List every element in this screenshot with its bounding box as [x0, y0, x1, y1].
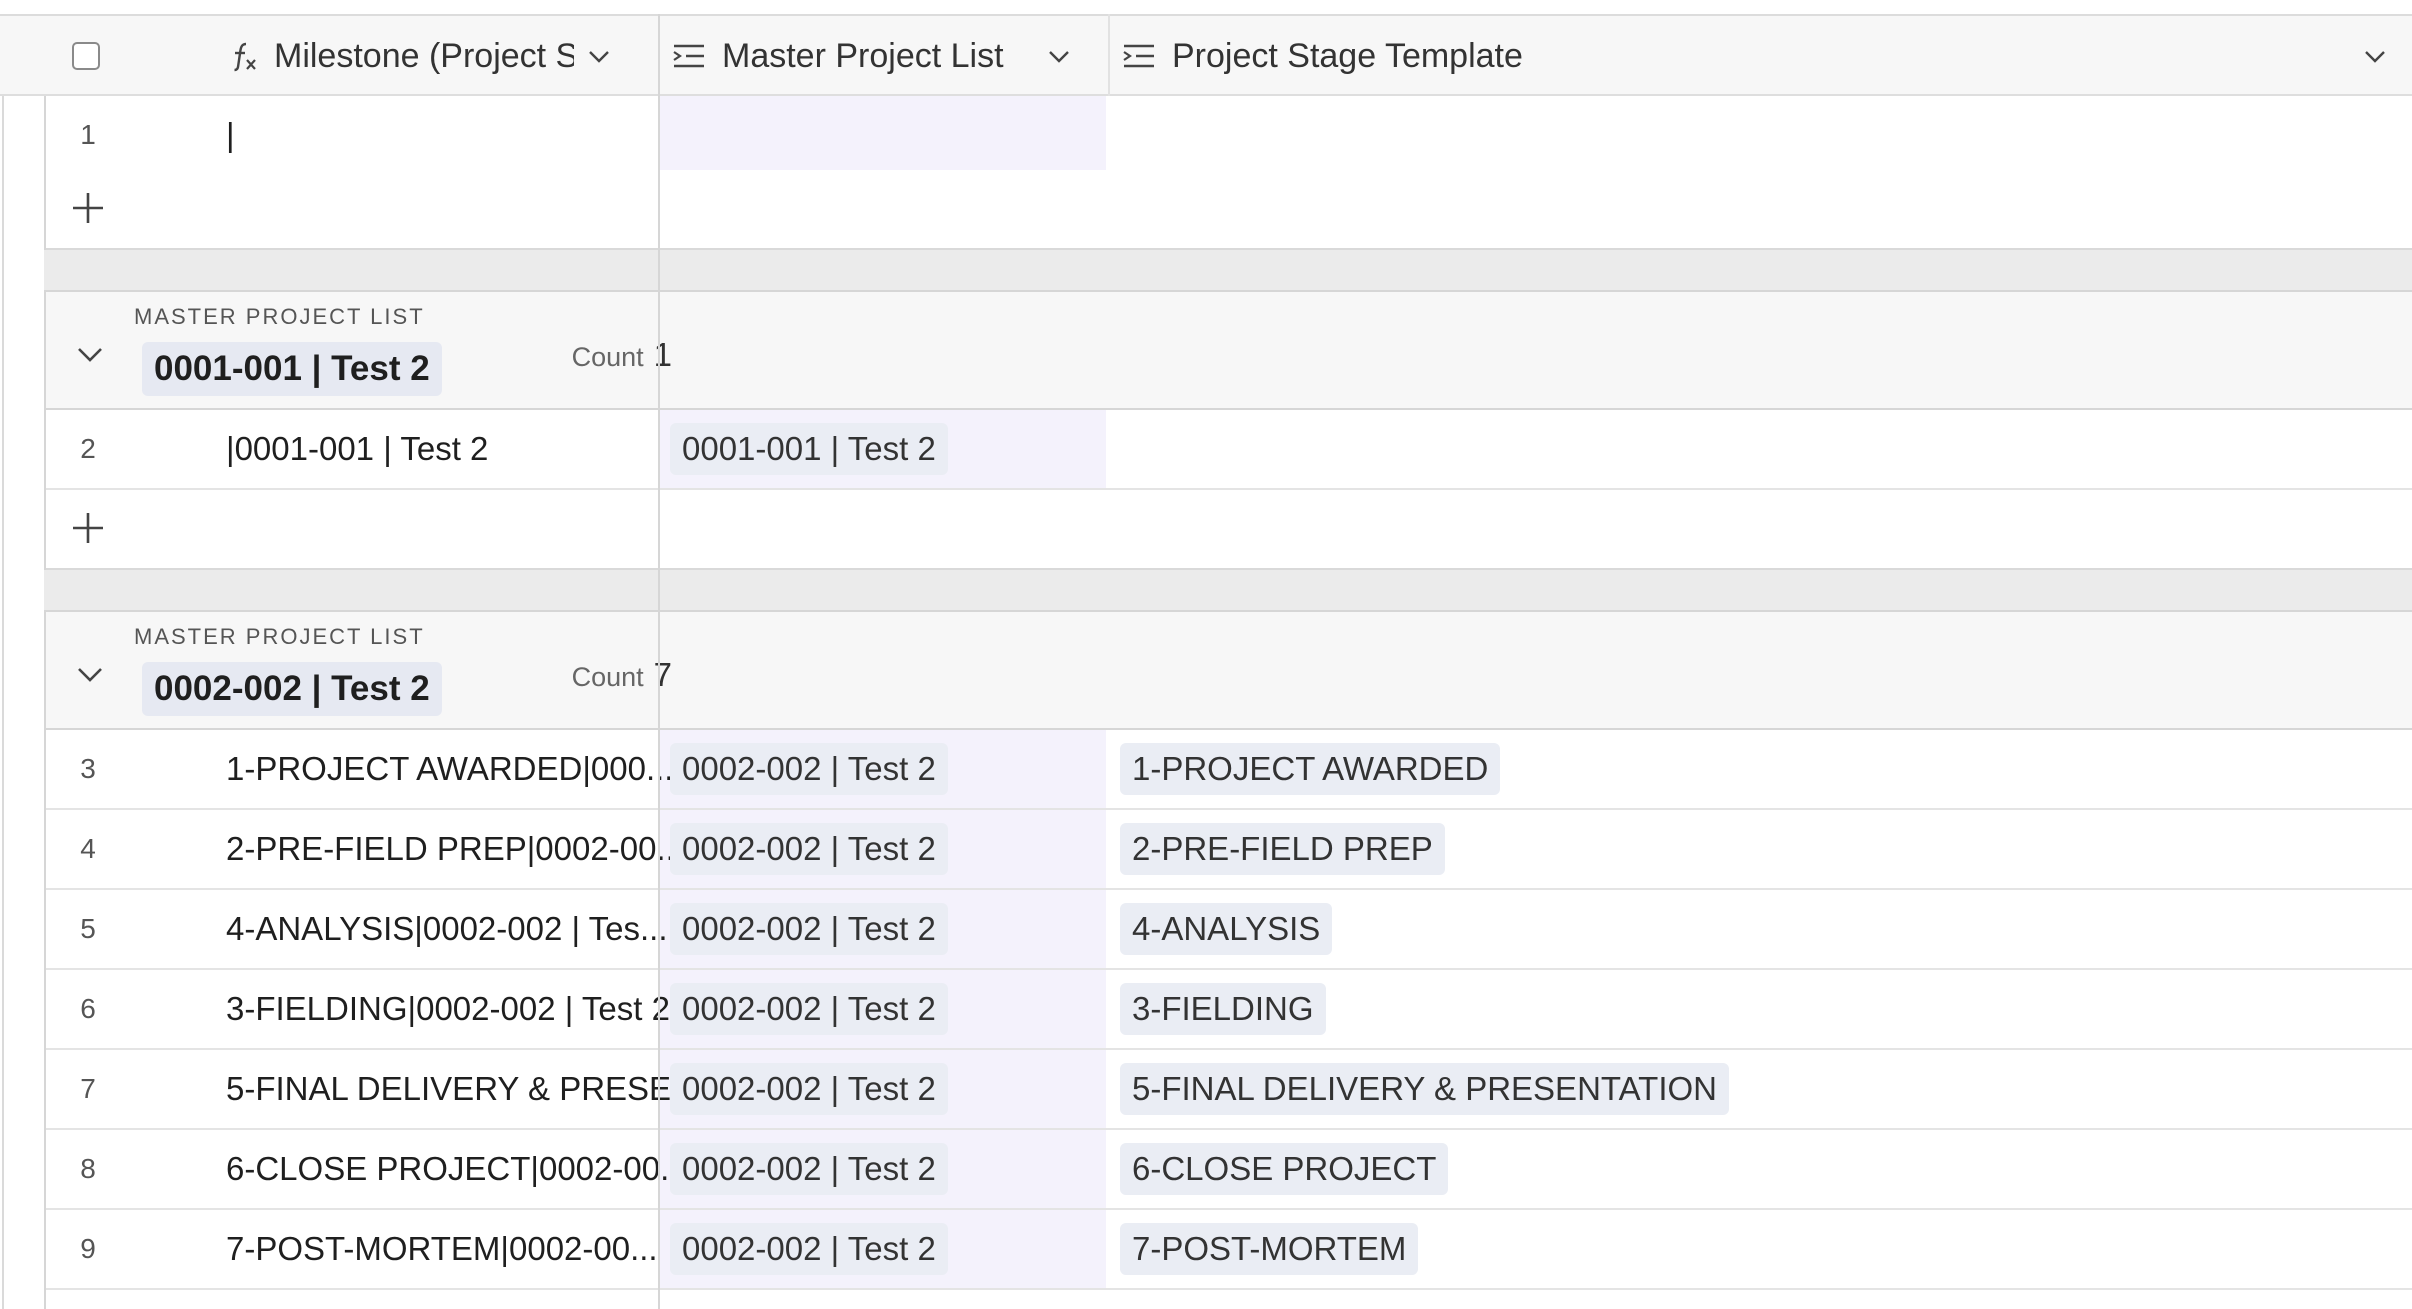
count-label: Count	[571, 662, 644, 692]
column-title-project-stage-template: Project Stage Template	[1172, 36, 1523, 75]
add-row-button[interactable]	[44, 490, 2412, 570]
milestone-cell[interactable]: |0001-001 | Test 2	[226, 410, 686, 488]
plus-icon	[73, 513, 103, 543]
link-field-icon	[1122, 42, 1156, 70]
formula-icon	[226, 39, 260, 73]
group-card-border	[44, 290, 46, 570]
chevron-down-icon[interactable]	[2362, 43, 2388, 69]
select-all-checkbox[interactable]	[72, 42, 100, 70]
column-divider	[658, 14, 660, 96]
chevron-down-icon[interactable]	[74, 338, 106, 375]
group-header[interactable]: MASTER PROJECT LIST 0001-001 | Test 2 Co…	[44, 290, 2412, 410]
stage-template-chip[interactable]: 2-PRE-FIELD PREP	[1120, 823, 1445, 875]
table-row[interactable]: 7 5-FINAL DELIVERY & PRESE... 0002-002 |…	[44, 1050, 2412, 1130]
row-number: 5	[80, 913, 96, 944]
group-spacer	[44, 570, 2412, 610]
group-count: Count 7	[572, 656, 672, 694]
row-number: 6	[80, 993, 96, 1024]
table-row[interactable]: 2 |0001-001 | Test 2 0001-001 | Test 2	[44, 410, 2412, 490]
row-number: 7	[80, 1073, 96, 1104]
column-divider	[658, 96, 660, 1309]
master-project-chip[interactable]: 0002-002 | Test 2	[670, 1223, 948, 1275]
column-header-project-stage-template[interactable]: Project Stage Template	[1122, 16, 2412, 96]
stage-template-chip[interactable]: 6-CLOSE PROJECT	[1120, 1143, 1449, 1195]
milestone-cell[interactable]: 1-PROJECT AWARDED|000...	[226, 730, 686, 808]
table-row[interactable]: 1 |	[44, 96, 2412, 176]
master-project-chip[interactable]: 0002-002 | Test 2	[670, 743, 948, 795]
master-project-cell[interactable]	[658, 96, 1106, 174]
group-field-label: MASTER PROJECT LIST	[134, 624, 425, 649]
count-value: 1	[653, 336, 672, 373]
column-divider	[1108, 14, 1110, 96]
group-spacer	[44, 250, 2412, 290]
plus-icon	[73, 193, 103, 223]
count-value: 7	[653, 656, 672, 693]
milestone-cell[interactable]: 5-FINAL DELIVERY & PRESE...	[226, 1050, 699, 1128]
table-row[interactable]: 8 6-CLOSE PROJECT|0002-00... 0002-002 | …	[44, 1130, 2412, 1210]
chevron-down-icon[interactable]	[1046, 43, 1072, 69]
add-row-button[interactable]	[44, 170, 2412, 250]
group-card-border	[44, 610, 46, 1309]
row-number: 1	[80, 119, 96, 150]
count-label: Count	[571, 342, 644, 372]
column-header-bar: Milestone (Project St... Master Project …	[0, 14, 2412, 96]
milestone-cell[interactable]: 2-PRE-FIELD PREP|0002-00...	[226, 810, 686, 888]
column-title-master-project-list: Master Project List	[722, 36, 1004, 75]
column-header-master-project-list[interactable]: Master Project List	[672, 16, 1108, 96]
table-row[interactable]: 9 7-POST-MORTEM|0002-00... 0002-002 | Te…	[44, 1210, 2412, 1290]
group-value-chip: 0002-002 | Test 2	[142, 662, 442, 716]
table-row[interactable]: 3 1-PROJECT AWARDED|000... 0002-002 | Te…	[44, 730, 2412, 810]
stage-template-chip[interactable]: 7-POST-MORTEM	[1120, 1223, 1419, 1275]
milestone-cell[interactable]: 4-ANALYSIS|0002-002 | Tes...	[226, 890, 686, 968]
master-project-chip[interactable]: 0001-001 | Test 2	[670, 423, 948, 475]
group-card-border	[44, 96, 46, 250]
row-number: 3	[80, 753, 96, 784]
master-project-chip[interactable]: 0002-002 | Test 2	[670, 823, 948, 875]
group-count: Count 1	[572, 336, 672, 374]
milestone-cell[interactable]: 3-FIELDING|0002-002 | Test 2	[226, 970, 686, 1048]
table-row[interactable]: 5 4-ANALYSIS|0002-002 | Tes... 0002-002 …	[44, 890, 2412, 970]
milestone-cell[interactable]: 7-POST-MORTEM|0002-00...	[226, 1210, 686, 1288]
column-header-milestone[interactable]: Milestone (Project St...	[226, 16, 658, 96]
group-field-label: MASTER PROJECT LIST	[134, 304, 425, 329]
stage-template-chip[interactable]: 1-PROJECT AWARDED	[1120, 743, 1501, 795]
master-project-chip[interactable]: 0002-002 | Test 2	[670, 1063, 948, 1115]
milestone-cell[interactable]: 6-CLOSE PROJECT|0002-00...	[226, 1130, 688, 1208]
row-number: 8	[80, 1153, 96, 1184]
master-project-chip[interactable]: 0002-002 | Test 2	[670, 1143, 948, 1195]
stage-template-chip[interactable]: 4-ANALYSIS	[1120, 903, 1333, 955]
chevron-down-icon[interactable]	[74, 658, 106, 695]
column-title-milestone: Milestone (Project St...	[274, 36, 574, 75]
left-border	[2, 96, 4, 1309]
stage-template-chip[interactable]: 5-FINAL DELIVERY & PRESENTATION	[1120, 1063, 1729, 1115]
table-row[interactable]: 4 2-PRE-FIELD PREP|0002-00... 0002-002 |…	[44, 810, 2412, 890]
master-project-chip[interactable]: 0002-002 | Test 2	[670, 983, 948, 1035]
link-field-icon	[672, 42, 706, 70]
stage-template-chip[interactable]: 3-FIELDING	[1120, 983, 1326, 1035]
group-header[interactable]: MASTER PROJECT LIST 0002-002 | Test 2 Co…	[44, 610, 2412, 730]
group-value-chip: 0001-001 | Test 2	[142, 342, 442, 396]
chevron-down-icon[interactable]	[586, 43, 612, 69]
row-number: 2	[80, 433, 96, 464]
master-project-chip[interactable]: 0002-002 | Test 2	[670, 903, 948, 955]
row-number: 4	[80, 833, 96, 864]
milestone-cell[interactable]: |	[226, 96, 686, 174]
row-number: 9	[80, 1233, 96, 1264]
table-row[interactable]: 6 3-FIELDING|0002-002 | Test 2 0002-002 …	[44, 970, 2412, 1050]
